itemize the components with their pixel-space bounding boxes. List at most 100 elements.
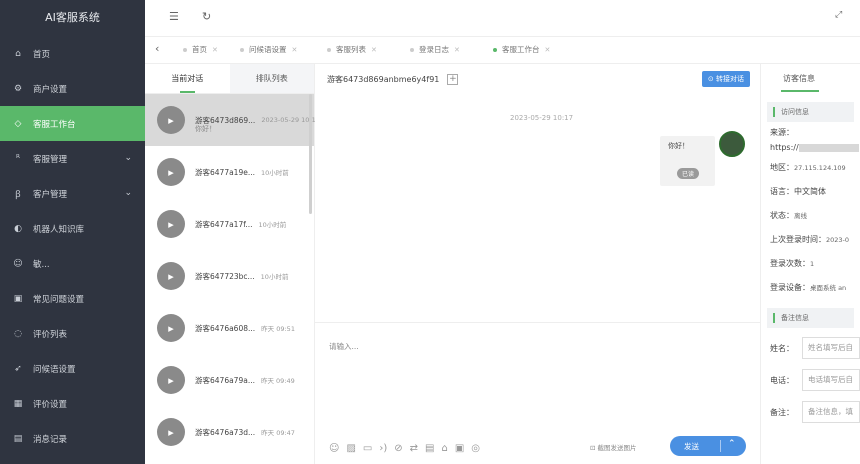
add-icon[interactable]: + <box>447 73 459 85</box>
close-icon[interactable]: ✕ <box>454 46 460 54</box>
conversation-name: 游客6476a608... <box>195 323 256 333</box>
tab-queue[interactable]: 排队列表 <box>229 64 314 93</box>
sidebar-item-greeting-settings[interactable]: ➶ 问候语设置 <box>0 351 145 386</box>
scrollbar[interactable] <box>309 94 312 214</box>
phone-input[interactable]: 电话填写后自 <box>802 369 860 391</box>
sidebar-item-rating-list[interactable]: ◌ 评价列表 <box>0 316 145 351</box>
sidebar-item-faq-settings[interactable]: ▣ 常见问题设置 <box>0 281 145 316</box>
info-last-login-label: 上次登录时间： <box>770 235 826 244</box>
block-icon[interactable]: ⊘ <box>394 443 402 454</box>
tab-dot <box>183 47 187 52</box>
tab-dot <box>410 47 414 52</box>
message-input-area[interactable]: 请输入... ☺ ▨ ▭ ›) ⊘ ⇄ ▤ ⌂ ▣ ◎ ⊡ 截图发送图片 发送 … <box>315 322 760 464</box>
tab-login-log[interactable]: 登录日志 ✕ <box>410 44 460 55</box>
sidebar: AI客服系统 ⌂ 首页 ⚙ 商户设置 ◇ 客服工作台 ᴿ 客服管理 ⌄ ꞵ 客户管理 ⌄ ◐ 机… <box>0 0 145 464</box>
remark-label: 备注： <box>770 407 794 417</box>
redacted-block <box>798 143 859 152</box>
tab-home[interactable]: 首页 ✕ <box>183 44 218 55</box>
close-icon[interactable]: ✕ <box>371 46 377 54</box>
sidebar-item-workbench[interactable]: ◇ 客服工作台 <box>0 106 145 141</box>
tab-dot <box>493 47 497 52</box>
sidebar-item-rating-settings[interactable]: ▦ 评价设置 <box>0 386 145 421</box>
message-timestamp: 2023-05-29 10:17 <box>510 114 574 122</box>
visitor-avatar: ▸ <box>157 366 185 394</box>
conversation-time: 10小时前 <box>258 221 287 229</box>
screenshot-option[interactable]: ⊡ 截图发送图片 <box>590 442 637 452</box>
tab-visitor-info[interactable]: 访客信息 <box>761 64 860 94</box>
sidebar-item-robot-knowledge[interactable]: ◐ 机器人知识库 <box>0 211 145 246</box>
image-icon[interactable]: ▨ <box>346 443 355 454</box>
conversation-item[interactable]: ▸ 游客647723bc... 10小时前 <box>145 250 314 302</box>
location-icon[interactable]: ◎ <box>471 443 480 454</box>
sidebar-item-merchant-settings[interactable]: ⚙ 商户设置 <box>0 71 145 106</box>
name-label: 姓名： <box>770 343 794 353</box>
fullscreen-icon[interactable]: ⤢ <box>835 10 842 20</box>
transfer-button[interactable]: ⊙ 转接对话 <box>701 71 750 87</box>
sidebar-item-label: 客服管理 <box>33 154 68 165</box>
send-label: 发送 <box>684 442 699 451</box>
visitor-avatar: ▸ <box>157 210 185 238</box>
folder-icon[interactable]: ▭ <box>363 443 372 454</box>
sidebar-item-sensitive[interactable]: ☺ 敏... <box>0 246 145 281</box>
agent-avatar <box>719 131 745 157</box>
smile-icon: ☺ <box>13 258 23 269</box>
name-input[interactable]: 姓名填写后自 <box>802 337 860 359</box>
info-status-value: 离线 <box>794 212 807 220</box>
store-icon[interactable]: ⌂ <box>441 443 447 454</box>
sidebar-item-label: 客户管理 <box>33 189 68 200</box>
sidebar-item-agent-management[interactable]: ᴿ 客服管理 ⌄ <box>0 141 145 176</box>
tab-greeting-settings[interactable]: 问候语设置 ✕ <box>240 44 297 55</box>
chevron-up-icon[interactable]: ⌃ <box>728 439 736 449</box>
refresh-icon[interactable]: ↻ <box>202 10 211 23</box>
tab-label: 登录日志 <box>419 45 449 54</box>
sidebar-item-home[interactable]: ⌂ 首页 <box>0 36 145 71</box>
sidebar-item-message-log[interactable]: ▤ 消息记录 <box>0 421 145 456</box>
conversation-item[interactable]: ▸ 游客6477a17f... 10小时前 <box>145 198 314 250</box>
send-button[interactable]: 发送 ⌃ <box>670 436 746 456</box>
sidebar-item-label: 评价设置 <box>33 399 68 410</box>
tab-workbench[interactable]: 客服工作台 ✕ <box>493 44 550 55</box>
rating-icon: ◌ <box>14 328 22 339</box>
document-icon[interactable]: ▤ <box>425 443 434 454</box>
input-toolbar: ☺ ▨ ▭ ›) ⊘ ⇄ ▤ ⌂ ▣ ◎ <box>329 443 480 454</box>
sidebar-item-customer-management[interactable]: ꞵ 客户管理 ⌄ <box>0 176 145 211</box>
phone-label: 电话： <box>770 375 794 385</box>
user-icon: ᴿ <box>16 153 20 164</box>
close-icon[interactable]: ✕ <box>545 46 551 54</box>
tab-current-conversations[interactable]: 当前对话 <box>145 64 230 93</box>
sidebar-item-label: 常见问题设置 <box>33 294 85 305</box>
gift-icon[interactable]: ▣ <box>455 443 464 454</box>
tab-label: 客服工作台 <box>502 45 540 54</box>
sidebar-item-label: 消息记录 <box>33 434 68 445</box>
settings-icon: ⚙ <box>13 83 23 94</box>
menu-toggle-icon[interactable]: ☰ <box>169 10 179 23</box>
close-icon[interactable]: ✕ <box>292 46 298 54</box>
remark-input[interactable]: 备注信息，填 <box>802 401 860 423</box>
close-icon[interactable]: ✕ <box>212 46 218 54</box>
info-login-count-value: 1 <box>810 260 815 268</box>
chevron-left-icon[interactable]: ‹ <box>155 42 159 55</box>
send-divider <box>720 440 721 452</box>
screenshot-label: 截图发送图片 <box>597 444 637 452</box>
tab-agent-list[interactable]: 客服列表 ✕ <box>327 44 377 55</box>
emoji-icon[interactable]: ☺ <box>329 443 339 454</box>
sidebar-item-label: 客服工作台 <box>33 119 76 130</box>
conversation-item[interactable]: ▸ 游客6473d869... 2023-05-29 10:17 你好！ <box>145 94 320 146</box>
conversation-item[interactable]: ▸ 游客6476a608... 昨天 09:51 <box>145 302 314 354</box>
conversation-item[interactable]: ▸ 游客6476a73d... 昨天 09:47 <box>145 406 314 458</box>
visitor-avatar: ▸ <box>157 158 185 186</box>
conversation-item[interactable]: ▸ 游客6477a19e... 10小时前 <box>145 146 314 198</box>
sidebar-item-label: 问候语设置 <box>33 364 76 375</box>
visitor-info-panel: 访客信息 访问信息 来源： https:// 地区：27.115.124.109… <box>760 64 860 464</box>
conversation-tabs: 当前对话 排队列表 <box>145 64 314 94</box>
info-login-count-label: 登录次数： <box>770 259 810 268</box>
chat-panel: 游客6473d869anbme6y4f91 + ⊙ 转接对话 2023-05-2… <box>315 64 760 464</box>
info-source-row: https:// <box>761 140 860 156</box>
conversation-item[interactable]: ▸ 游客6476a79a... 昨天 09:49 <box>145 354 314 406</box>
workbench-icon: ◇ <box>14 118 22 129</box>
transfer-icon[interactable]: ⇄ <box>410 443 418 454</box>
voice-icon[interactable]: ›) <box>379 443 387 454</box>
top-bar: ☰ ↻ ⤢ <box>145 0 860 36</box>
chat-header: 游客6473d869anbme6y4f91 + <box>315 64 760 94</box>
conversation-time: 10小时前 <box>260 273 289 281</box>
